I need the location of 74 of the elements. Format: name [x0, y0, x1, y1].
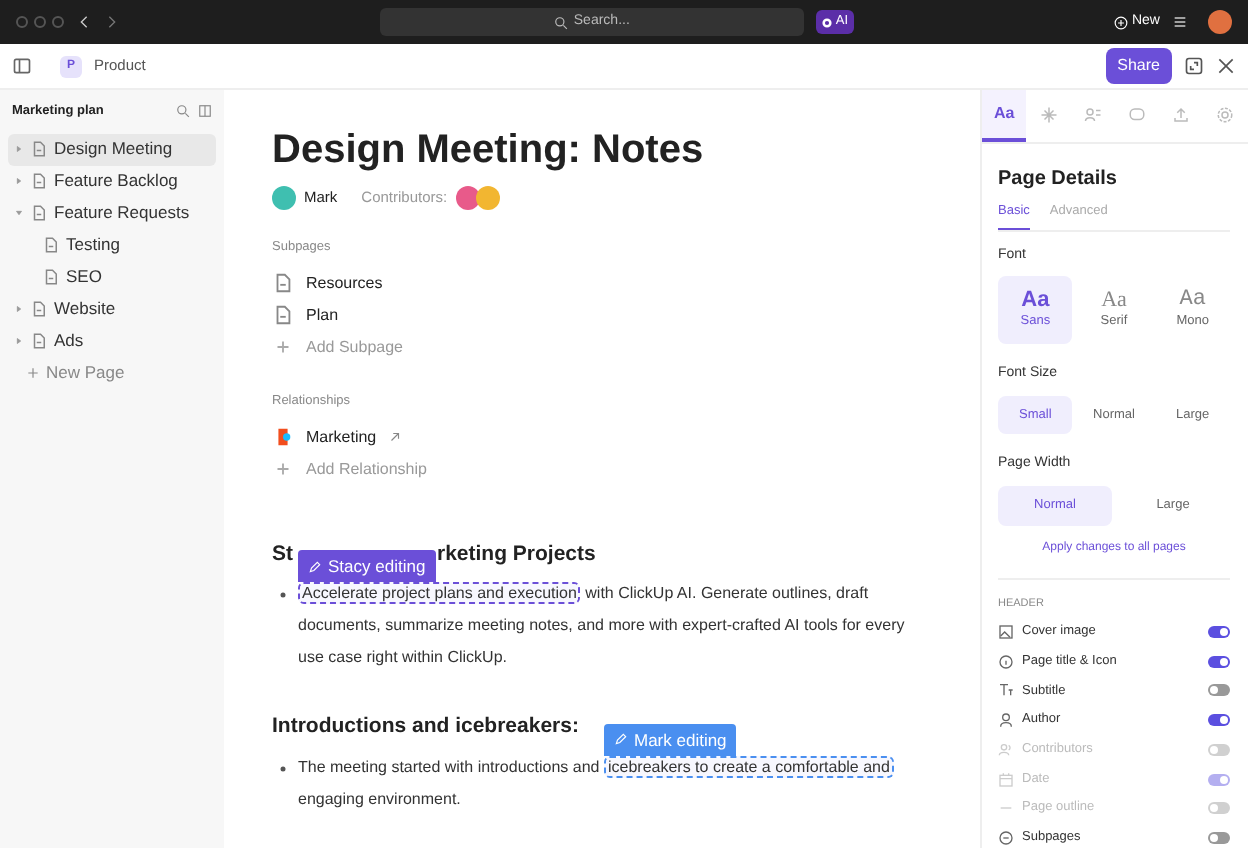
expand-icon — [1184, 56, 1204, 76]
section-heading: St — [272, 541, 293, 567]
sidebar-item[interactable]: Feature Requests — [8, 197, 216, 230]
section-heading: Introductions and icebreakers: — [272, 714, 579, 740]
page-icon — [272, 272, 294, 295]
pencil-icon — [308, 559, 322, 574]
gear-icon — [1216, 105, 1235, 123]
panel-icon — [198, 104, 212, 119]
plus-icon — [26, 366, 40, 381]
sidebar-item[interactable]: Feature Backlog — [8, 165, 216, 198]
search-icon — [176, 104, 190, 119]
page-icon — [30, 172, 48, 191]
toggle-switch[interactable] — [1208, 655, 1230, 668]
sidebar-item[interactable]: SEO — [8, 261, 216, 294]
page-icon — [30, 332, 48, 351]
people-icon — [1083, 105, 1102, 123]
ai-icon — [821, 17, 832, 27]
page-icon — [30, 300, 48, 319]
pencil-icon — [613, 732, 628, 747]
people-icon — [998, 741, 1014, 758]
caret-icon — [14, 208, 24, 219]
page-icon — [42, 236, 60, 255]
sparkle-icon — [1039, 105, 1058, 123]
toggle-switch[interactable] — [1208, 714, 1230, 727]
page-icon — [30, 140, 48, 159]
page-icon — [42, 268, 60, 287]
sidebar-toggle-icon — [12, 56, 32, 76]
plus-circle-icon — [1113, 15, 1128, 29]
toggle-switch[interactable] — [1208, 626, 1230, 639]
panel-title: Page Details — [998, 166, 1119, 194]
add-icon — [272, 458, 294, 480]
pages-icon — [998, 829, 1014, 846]
editing-tag: Stacy editing — [298, 550, 436, 583]
bullet-icon — [280, 592, 286, 599]
window-controls[interactable] — [16, 16, 64, 28]
person-icon — [998, 712, 1014, 729]
image-icon — [998, 624, 1014, 641]
page-icon — [30, 204, 48, 223]
close-icon — [1216, 56, 1236, 76]
page-title: Design Meeting: Notes — [272, 126, 706, 174]
new-page-button[interactable]: New Page — [8, 357, 216, 390]
chat-icon — [1128, 105, 1147, 123]
user-avatar[interactable] — [1207, 10, 1232, 34]
panel-tab[interactable]: Aa — [982, 90, 1027, 142]
share-button[interactable]: Share — [1105, 48, 1172, 84]
add-icon — [272, 336, 294, 359]
page-link[interactable]: Resources — [306, 271, 383, 296]
caret-icon — [14, 144, 24, 155]
toggle-switch[interactable] — [1208, 684, 1230, 697]
sidebar-item[interactable]: Ads — [8, 325, 216, 358]
bullet-text: The meeting started with introductions and icebreakers to create a comfortable and engaging environment. — [298, 753, 896, 812]
external-link-icon — [388, 430, 403, 444]
editing-tag: Mark editing — [603, 723, 737, 756]
page-icon — [272, 304, 294, 327]
page-link[interactable]: Marketing — [306, 425, 377, 449]
page-link[interactable]: Plan — [306, 303, 339, 328]
sidebar-item[interactable]: Design Meeting — [8, 133, 216, 166]
search-icon — [553, 15, 568, 29]
info-icon — [998, 653, 1014, 670]
calendar-icon — [998, 771, 1014, 788]
section-heading: rketing Projects — [437, 541, 596, 567]
forward-icon — [104, 14, 120, 30]
sidebar-item[interactable]: Website — [8, 293, 216, 326]
caret-icon — [14, 336, 24, 347]
upload-icon — [1172, 105, 1191, 123]
toggle-switch[interactable] — [1208, 831, 1230, 844]
caret-icon — [14, 176, 24, 187]
sidebar-item[interactable]: Testing — [8, 229, 216, 262]
bullet-text: Accelerate project plans and execution with ClickUp AI. Generate outlines, draft documents, summarize meeting notes, and more with expert-crafted AI tools for every use case right within ClickUp. — [298, 580, 907, 671]
bullet-icon — [280, 765, 286, 772]
file-icon — [272, 426, 294, 448]
text-icon — [998, 682, 1014, 699]
back-icon — [76, 14, 92, 30]
caret-icon — [14, 304, 24, 315]
